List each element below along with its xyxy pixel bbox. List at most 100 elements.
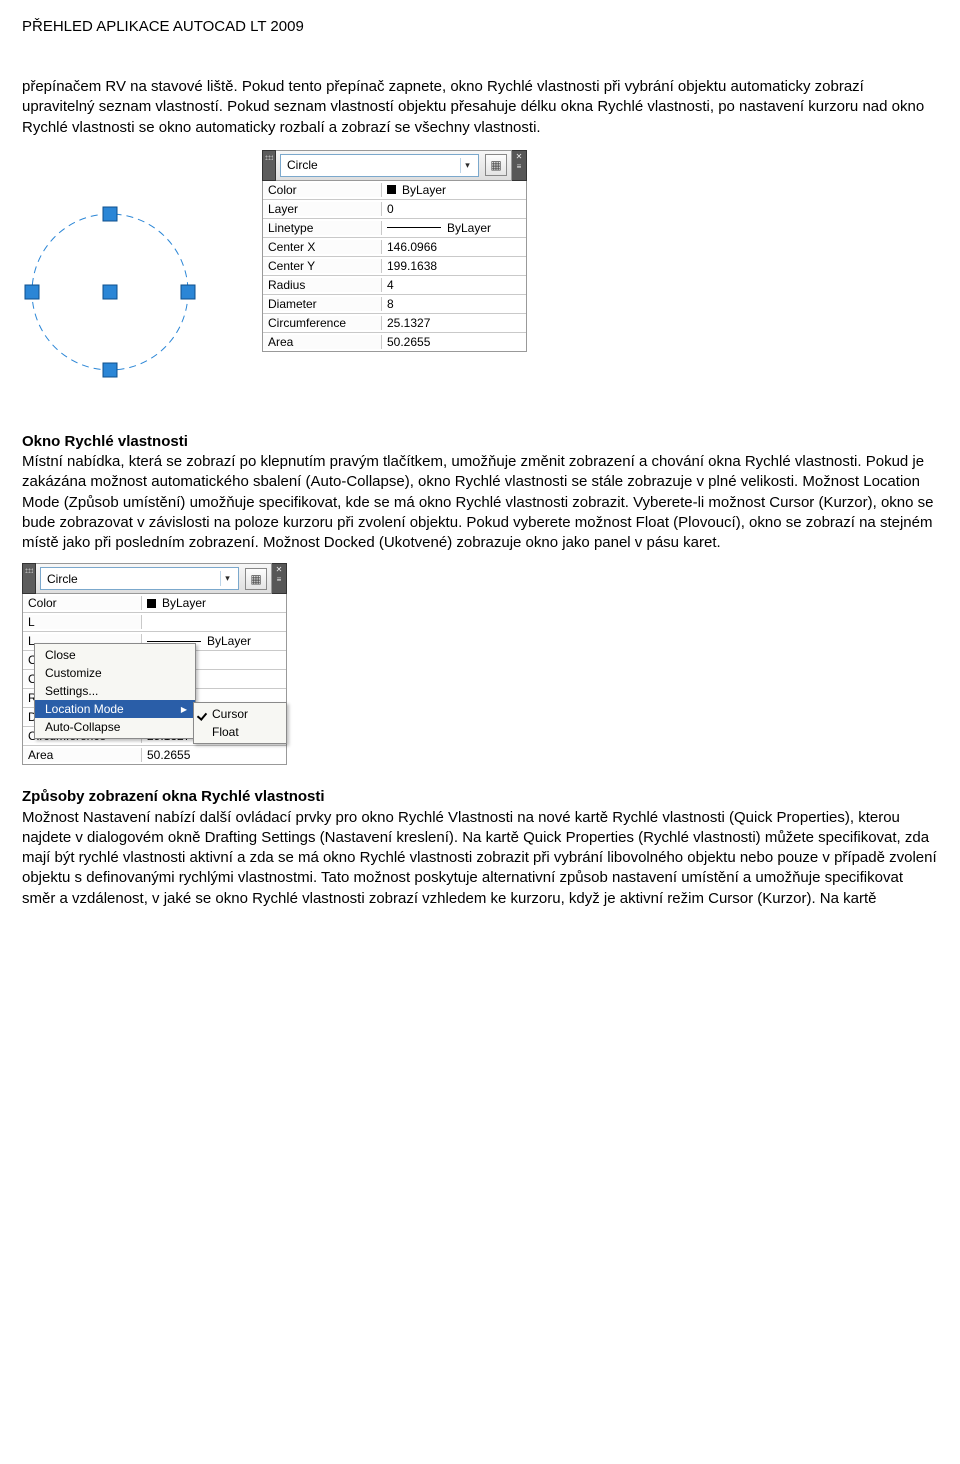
menu-item[interactable]: Close (35, 646, 195, 664)
property-row[interactable]: Circumference 25.1327 (263, 313, 526, 332)
panel-drag-handle[interactable] (262, 150, 276, 181)
location-mode-submenu: CursorFloat (193, 702, 287, 744)
submenu-arrow-icon: ▶ (181, 705, 187, 714)
property-value[interactable]: 50.2655 (142, 748, 286, 762)
property-value-text: 25.1327 (387, 316, 430, 330)
property-value[interactable]: 25.1327 (382, 316, 526, 330)
section-3-title: Způsoby zobrazení okna Rychlé vlastnosti (22, 788, 325, 805)
property-label: L (23, 615, 142, 629)
property-value[interactable]: 50.2655 (382, 335, 526, 349)
property-label: Diameter (263, 297, 382, 311)
property-value-text: ByLayer (207, 634, 251, 648)
object-type-select[interactable]: Circle ▾ (280, 154, 479, 177)
property-value-text: ByLayer (447, 221, 491, 235)
property-label: Radius (263, 278, 382, 292)
property-row[interactable]: Color ByLayer (23, 594, 286, 612)
selected-circle-drawing (2, 180, 212, 410)
panel-controls: ✕ ≡ (272, 563, 287, 594)
context-menu: Close Customize Settings... Location Mode ▶ A… (34, 643, 196, 739)
color-swatch (387, 185, 396, 194)
menu-item[interactable]: Location Mode ▶ (35, 700, 195, 718)
figure-circle-with-quick-properties: Circle ▾ ▦ ✕ ≡ Color ByLayer Layer 0 Linetyp… (22, 150, 938, 410)
menu-item-label: Auto-Collapse (45, 720, 120, 734)
menu-item-label: Close (45, 648, 76, 662)
property-value[interactable]: 4 (382, 278, 526, 292)
property-row[interactable]: L (23, 612, 286, 631)
property-value-text: 146.0966 (387, 240, 437, 254)
section-2: Okno Rychlé vlastnosti Místní nabídka, k… (22, 432, 938, 554)
page-header: PŘEHLED APLIKACE AUTOCAD LT 2009 (22, 18, 938, 35)
property-label: Area (23, 748, 142, 762)
object-type-value: Circle (47, 572, 78, 586)
property-row[interactable]: Layer 0 (263, 199, 526, 218)
property-row[interactable]: Center X 146.0966 (263, 237, 526, 256)
menu-item-label: Settings... (45, 684, 98, 698)
property-value-text: 50.2655 (387, 335, 430, 349)
menu-item[interactable]: Settings... (35, 682, 195, 700)
menu-item[interactable]: Customize (35, 664, 195, 682)
property-value[interactable]: 8 (382, 297, 526, 311)
property-value[interactable]: ByLayer (142, 596, 286, 610)
grip-north[interactable] (103, 206, 118, 221)
property-row[interactable]: Center Y 199.1638 (263, 256, 526, 275)
property-row[interactable]: Color ByLayer (263, 181, 526, 199)
property-row[interactable]: Radius 4 (263, 275, 526, 294)
menu-item-label: Location Mode (45, 702, 124, 716)
section-3: Způsoby zobrazení okna Rychlé vlastnosti… (22, 787, 938, 909)
property-value-text: 8 (387, 297, 394, 311)
grip-south[interactable] (103, 362, 118, 377)
property-value[interactable]: 146.0966 (382, 240, 526, 254)
property-label: Color (23, 596, 142, 610)
menu-item-label: Customize (45, 666, 102, 680)
object-type-select[interactable]: Circle ▾ (40, 567, 239, 590)
options-icon[interactable]: ≡ (277, 576, 282, 584)
figure-quick-properties-context-menu: Circle ▾ ▦ ✕ ≡ ColorByLayerLLByLayerC5.0… (22, 563, 302, 765)
panel-drag-handle[interactable] (22, 563, 36, 594)
linetype-preview (387, 227, 441, 228)
linetype-preview (147, 641, 201, 642)
property-grid: Color ByLayer Layer 0 Linetype ByLayer Center … (262, 181, 527, 352)
grip-center[interactable] (103, 284, 118, 299)
property-row[interactable]: Linetype ByLayer (263, 218, 526, 237)
property-value[interactable]: ByLayer (382, 183, 526, 197)
property-value-text: ByLayer (162, 596, 206, 610)
property-value[interactable]: 199.1638 (382, 259, 526, 273)
property-row[interactable]: Area 50.2655 (23, 745, 286, 764)
property-value[interactable]: 0 (382, 202, 526, 216)
section-2-title: Okno Rychlé vlastnosti (22, 433, 188, 450)
property-label: Layer (263, 202, 382, 216)
object-type-value: Circle (287, 158, 318, 172)
property-label: Area (263, 335, 382, 349)
close-icon[interactable]: ✕ (516, 153, 523, 161)
submenu-item[interactable]: Float (194, 723, 286, 741)
property-value-text: ByLayer (402, 183, 446, 197)
property-value-text: 50.2655 (147, 748, 190, 762)
grip-east[interactable] (181, 284, 196, 299)
property-label: Linetype (263, 221, 382, 235)
property-label: Center Y (263, 259, 382, 273)
chevron-down-icon: ▾ (460, 158, 474, 173)
property-value[interactable]: ByLayer (382, 221, 526, 235)
grip-west[interactable] (25, 284, 40, 299)
property-value-text: 4 (387, 278, 394, 292)
paragraph-intro: přepínačem RV na stavové liště. Pokud te… (22, 77, 938, 138)
customize-icon: ▦ (490, 158, 501, 172)
quick-properties-panel: Circle ▾ ▦ ✕ ≡ Color ByLayer Layer 0 Linetyp… (262, 150, 527, 352)
menu-item[interactable]: Auto-Collapse (35, 718, 195, 736)
section-3-body: Možnost Nastavení nabízí další ovládací … (22, 809, 937, 907)
property-value-text: 0 (387, 202, 394, 216)
close-icon[interactable]: ✕ (276, 566, 283, 574)
color-swatch (147, 599, 156, 608)
customize-button[interactable]: ▦ (245, 568, 267, 590)
property-row[interactable]: Diameter 8 (263, 294, 526, 313)
property-value-text: 199.1638 (387, 259, 437, 273)
property-label: Color (263, 183, 382, 197)
customize-button[interactable]: ▦ (485, 154, 507, 176)
options-icon[interactable]: ≡ (517, 163, 522, 171)
submenu-item[interactable]: Cursor (194, 705, 286, 723)
property-label: Center X (263, 240, 382, 254)
chevron-down-icon: ▾ (220, 571, 234, 586)
property-row[interactable]: Area 50.2655 (263, 332, 526, 351)
property-label: Circumference (263, 316, 382, 330)
section-2-body: Místní nabídka, která se zobrazí po klep… (22, 453, 934, 551)
